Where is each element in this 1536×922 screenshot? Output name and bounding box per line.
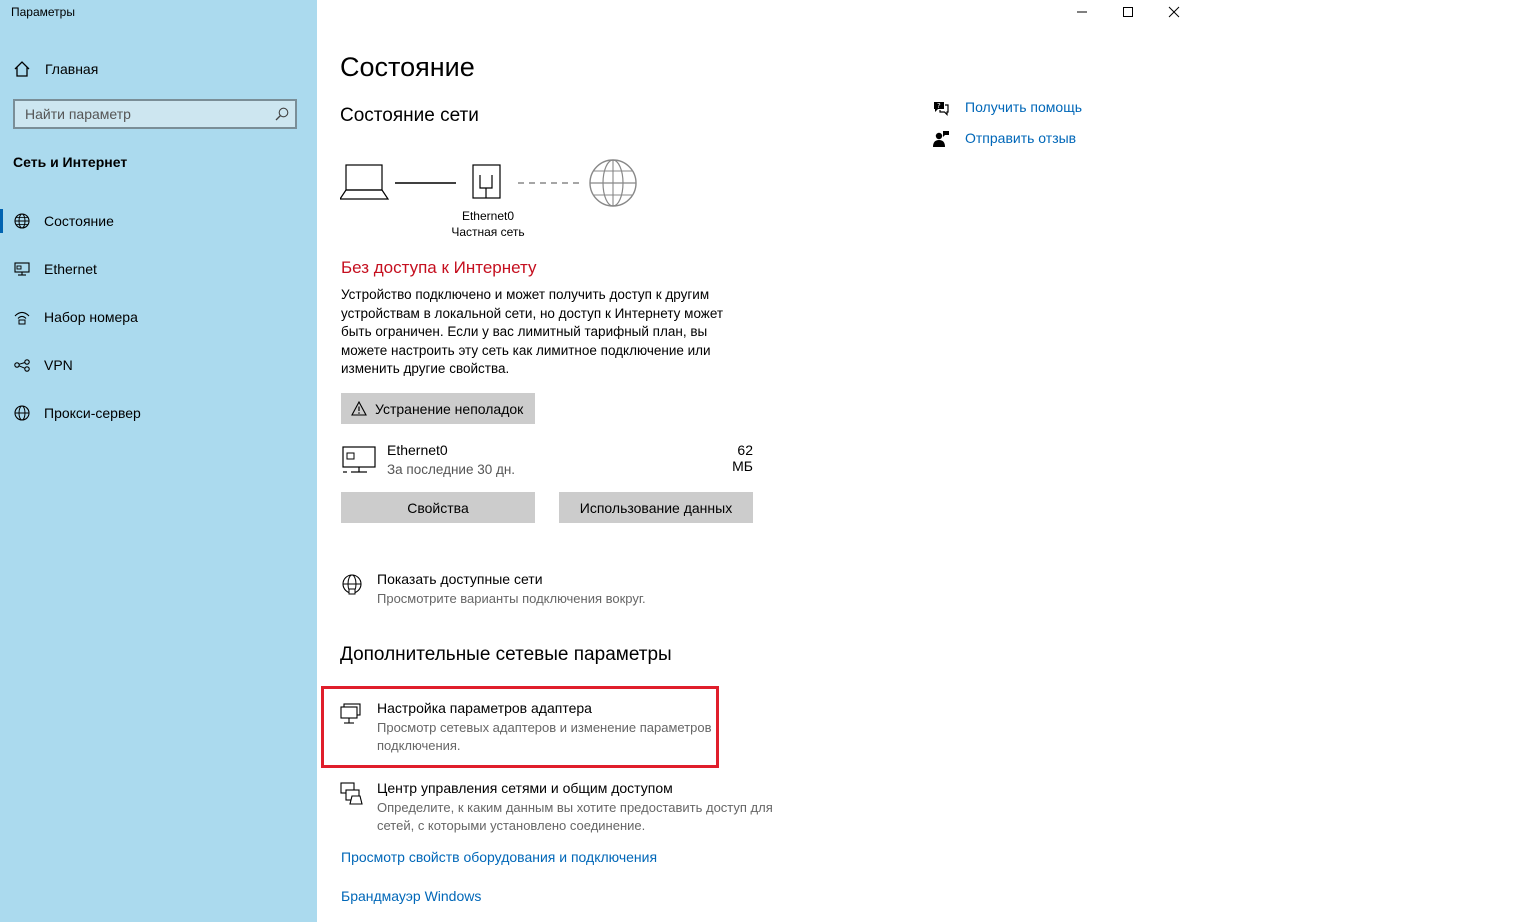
ethernet-adapter-icon [342, 446, 376, 473]
close-button[interactable] [1151, 0, 1197, 26]
vpn-icon [14, 359, 30, 372]
maximize-icon [1123, 7, 1133, 17]
help-chat-icon: ? [934, 102, 949, 116]
sidebar-home-label: Главная [45, 61, 99, 77]
globe-internet-icon [589, 159, 637, 207]
adapter-network-type: Частная сеть [451, 225, 525, 239]
sidebar-item-label: VPN [44, 357, 73, 373]
get-help-label: Получить помощь [965, 99, 1083, 115]
globe-networks-icon [342, 574, 362, 595]
globe-status-icon [14, 213, 30, 229]
home-icon [14, 61, 30, 77]
feedback-person-icon [933, 131, 949, 147]
sidebar-item-vpn[interactable]: VPN [0, 345, 317, 385]
sidebar-item-label: Прокси-сервер [44, 405, 141, 421]
search-box[interactable] [13, 99, 297, 129]
sidebar: Параметры Главная Сеть и Интернет Состоя… [0, 0, 317, 922]
sidebar-home[interactable]: Главная [0, 52, 317, 86]
send-feedback-link[interactable]: Отправить отзыв [932, 128, 1132, 150]
sidebar-item-status[interactable]: Состояние [0, 201, 317, 241]
usage-size: 62 МБ [732, 442, 753, 474]
network-center-icon [340, 782, 363, 805]
data-usage-button[interactable]: Использование данных [559, 492, 753, 523]
show-networks-option[interactable]: Показать доступные сети Просмотрите вари… [340, 571, 770, 611]
sidebar-item-dialup[interactable]: Набор номера [0, 297, 317, 337]
sidebar-section-title: Сеть и Интернет [13, 154, 128, 170]
warning-icon [351, 401, 367, 416]
sidebar-item-label: Ethernet [44, 261, 97, 277]
sidebar-item-proxy[interactable]: Прокси-сервер [0, 393, 317, 433]
adapter-name: Ethernet0 [461, 209, 515, 223]
maximize-button[interactable] [1105, 0, 1151, 26]
show-networks-desc: Просмотрите варианты подключения вокруг. [377, 591, 646, 606]
usage-period: За последние 30 дн. [387, 462, 516, 477]
network-center-option[interactable]: Центр управления сетями и общим доступом… [340, 780, 773, 836]
send-feedback-label: Отправить отзыв [965, 130, 1077, 146]
show-networks-title: Показать доступные сети [377, 571, 543, 587]
usage-adapter-name: Ethernet0 [387, 442, 448, 458]
search-input[interactable] [15, 101, 275, 127]
sidebar-item-label: Набор номера [44, 309, 138, 325]
network-center-desc: Определите, к каким данным вы хотите пре… [377, 800, 773, 833]
troubleshoot-label: Устранение неполадок [375, 401, 524, 417]
svg-text:?: ? [937, 102, 941, 110]
ethernet-icon [14, 262, 30, 276]
page-title: Состояние [340, 52, 475, 82]
sidebar-item-ethernet[interactable]: Ethernet [0, 249, 317, 289]
troubleshoot-button[interactable]: Устранение неполадок [341, 393, 535, 424]
minimize-button[interactable] [1059, 0, 1105, 26]
get-help-link[interactable]: ? Получить помощь [932, 97, 1132, 119]
properties-button[interactable]: Свойства [341, 492, 535, 523]
close-icon [1168, 6, 1180, 18]
status-description: Устройство подключено и может получить д… [341, 287, 724, 376]
advanced-settings-title: Дополнительные сетевые параметры [340, 644, 672, 665]
firewall-link[interactable]: Брандмауэр Windows [341, 888, 481, 904]
network-status-title: Состояние сети [340, 105, 479, 126]
highlight-box [321, 686, 719, 768]
dialup-icon [14, 311, 30, 325]
status-heading: Без доступа к Интернету [341, 258, 537, 277]
minimize-icon [1077, 11, 1087, 13]
search-icon[interactable] [275, 107, 289, 121]
laptop-icon [340, 164, 390, 200]
sidebar-item-label: Состояние [44, 213, 114, 229]
network-adapter-icon [472, 164, 501, 199]
hardware-properties-link[interactable]: Просмотр свойств оборудования и подключе… [341, 849, 657, 865]
network-center-title: Центр управления сетями и общим доступом [377, 780, 673, 796]
window-title: Параметры [11, 5, 75, 19]
proxy-globe-icon [14, 405, 30, 421]
